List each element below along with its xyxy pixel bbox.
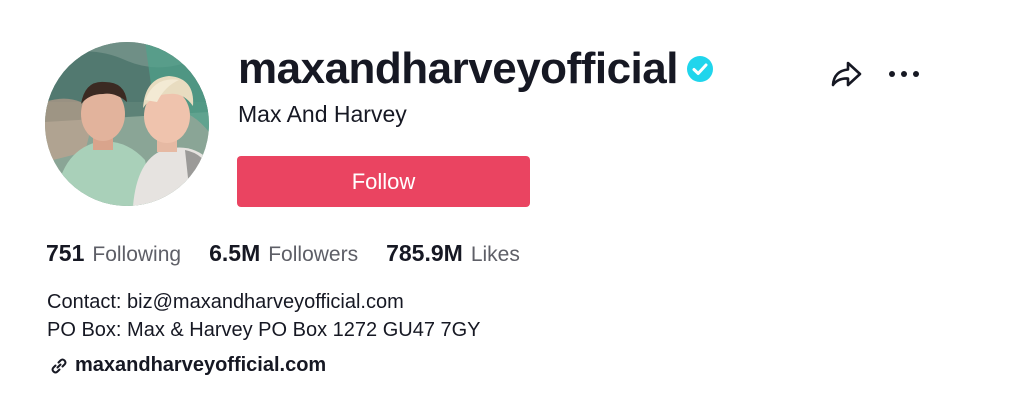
username: maxandharveyofficial (238, 44, 678, 93)
stat-number: 751 (46, 240, 85, 266)
avatar-photo (45, 42, 209, 206)
more-icon (889, 71, 919, 77)
display-name: Max And Harvey (238, 101, 407, 127)
more-options-button[interactable] (884, 54, 924, 94)
stat-following[interactable]: 751 Following (46, 240, 181, 267)
bio-line-po-box: PO Box: Max & Harvey PO Box 1272 GU47 7G… (47, 319, 481, 341)
stat-label: Following (92, 243, 182, 266)
stat-label: Likes (470, 243, 520, 266)
share-icon (831, 61, 862, 87)
follow-button[interactable]: Follow (237, 156, 530, 207)
share-button[interactable] (826, 54, 866, 94)
profile-stats: 751 Following 6.5M Followers 785.9M Like… (46, 240, 548, 267)
bio: Contact: biz@maxandharveyofficial.com PO… (47, 288, 481, 344)
stat-likes: 785.9M Likes (386, 240, 520, 267)
stat-followers[interactable]: 6.5M Followers (209, 240, 358, 267)
stat-label: Followers (268, 243, 359, 266)
avatar[interactable] (45, 42, 209, 206)
bio-line-contact: Contact: biz@maxandharveyofficial.com (47, 291, 404, 313)
stat-number: 6.5M (209, 240, 261, 266)
profile-header: maxandharveyofficial Max And Harvey Foll… (0, 0, 1024, 406)
link-icon (51, 358, 67, 373)
stat-number: 785.9M (386, 240, 463, 266)
verified-badge-icon (686, 55, 714, 83)
bio-link[interactable]: maxandharveyofficial.com (49, 354, 326, 377)
link-text[interactable]: maxandharveyofficial.com (75, 354, 326, 377)
username-row: maxandharveyofficial (238, 40, 714, 98)
